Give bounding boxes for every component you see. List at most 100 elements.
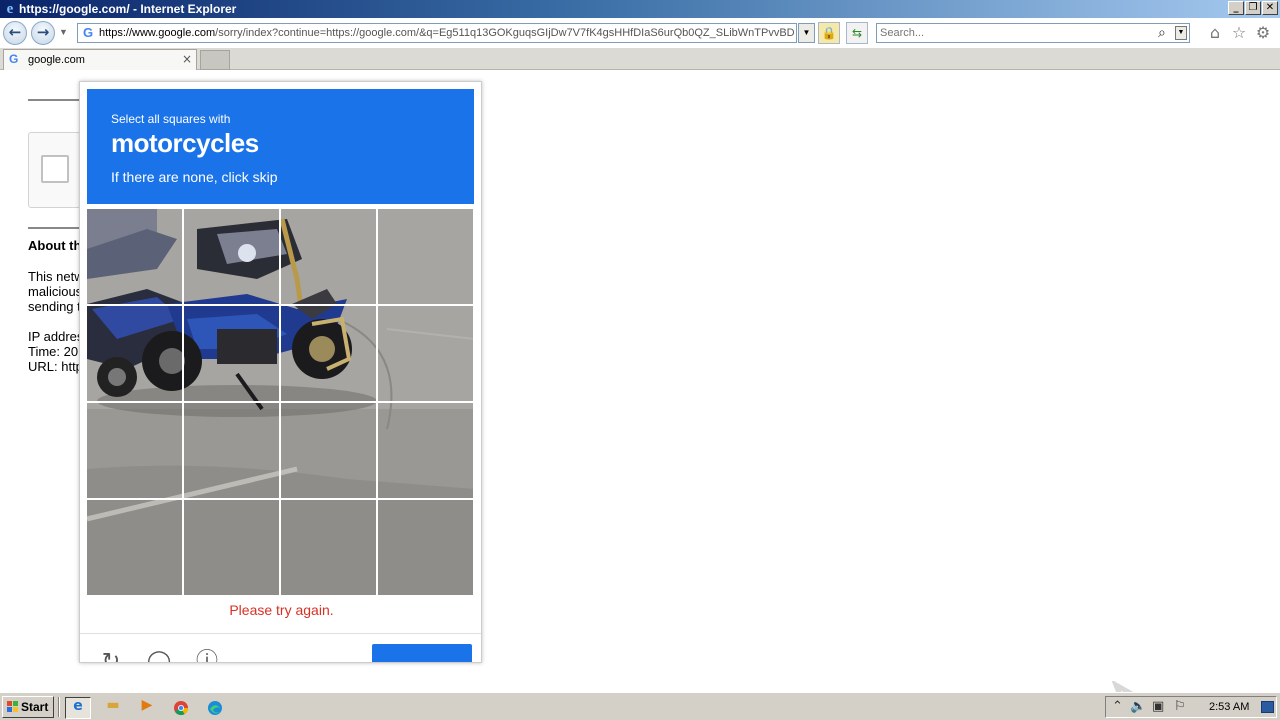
captcha-tile[interactable]	[281, 403, 376, 498]
captcha-tile[interactable]	[378, 403, 473, 498]
clock[interactable]: 2:53 AM	[1209, 701, 1249, 713]
captcha-tile[interactable]	[378, 306, 473, 401]
minimize-button[interactable]: _	[1228, 1, 1244, 15]
paragraph-line: malicious	[28, 284, 83, 299]
captcha-tile[interactable]	[87, 500, 182, 595]
captcha-tile[interactable]	[184, 500, 279, 595]
captcha-tile-image	[87, 209, 182, 304]
captcha-challenge-popup: Select all squares with motorcycles If t…	[79, 81, 482, 663]
taskbar-separator	[58, 697, 60, 717]
show-desktop-icon[interactable]	[1261, 701, 1274, 713]
headphones-audio-icon[interactable]: ◯	[145, 648, 173, 662]
about-heading: About th	[28, 238, 82, 253]
window-title-bar: e https://google.com/ - Internet Explore…	[0, 0, 1280, 18]
home-icon[interactable]: ⌂	[1206, 24, 1224, 42]
folder-icon[interactable]: ▬	[100, 697, 126, 719]
lock-icon: 🔒	[821, 26, 837, 40]
captcha-tile-image	[378, 403, 473, 498]
navigation-bar: ← → ▼ G https://www.google.com/sorry/ind…	[0, 18, 1280, 48]
captcha-tile-image	[281, 306, 376, 401]
info-line: IP addres	[28, 329, 84, 344]
captcha-tile-image	[87, 306, 182, 401]
taskbar: Start e ▬ ▶ ⌃ 🔈 ▣ ⚐ 2:53 AM	[0, 692, 1280, 720]
info-icon[interactable]: ⓘ	[193, 648, 221, 662]
volume-icon[interactable]: 🔈	[1130, 699, 1146, 715]
captcha-tile-image	[184, 209, 279, 304]
new-tab-button[interactable]	[200, 50, 230, 70]
system-tray: ⌃ 🔈 ▣ ⚐ 2:53 AM	[1105, 696, 1277, 718]
captcha-instruction: Select all squares with	[111, 112, 231, 126]
edge-logo	[208, 701, 222, 715]
address-dropdown-button[interactable]: ▼	[798, 23, 815, 43]
google-favicon-icon: G	[9, 52, 19, 66]
back-arrow-icon: ←	[8, 23, 22, 41]
captcha-tile-image	[378, 209, 473, 304]
gear-icon[interactable]: ⚙	[1254, 24, 1272, 42]
action-center-flag-icon[interactable]: ⚐	[1174, 699, 1186, 715]
close-window-button[interactable]: ✕	[1262, 1, 1278, 15]
captcha-tile[interactable]	[184, 403, 279, 498]
captcha-tile[interactable]	[184, 209, 279, 304]
skip-button[interactable]: SKIP	[372, 644, 472, 662]
captcha-tile-image	[378, 306, 473, 401]
internet-explorer-icon: e	[6, 1, 14, 17]
captcha-tile[interactable]	[378, 500, 473, 595]
captcha-tile[interactable]	[87, 209, 182, 304]
captcha-tile-image	[184, 500, 279, 595]
google-favicon-icon: G	[82, 25, 94, 40]
captcha-tile-image	[378, 500, 473, 595]
chrome-logo	[174, 701, 189, 716]
captcha-tile-image	[184, 306, 279, 401]
captcha-header: Select all squares with motorcycles If t…	[87, 89, 474, 204]
address-bar[interactable]: G https://www.google.com/sorry/index?con…	[77, 23, 797, 43]
search-dropdown-button[interactable]: ▼	[1175, 26, 1187, 40]
captcha-error-message: Please try again.	[229, 602, 334, 618]
forward-button[interactable]: →	[31, 21, 55, 45]
chrome-icon[interactable]	[168, 697, 194, 719]
captcha-tile-image	[281, 209, 376, 304]
internet-explorer-icon[interactable]: e	[65, 697, 91, 719]
paragraph-line: This netw	[28, 269, 84, 284]
refresh-arrows-icon: ⇆	[851, 26, 863, 40]
media-player-icon[interactable]: ▶	[134, 697, 160, 719]
restore-button[interactable]: ❐	[1245, 1, 1261, 15]
captcha-tile-image	[281, 500, 376, 595]
address-url[interactable]: https://www.google.com/sorry/index?conti…	[99, 27, 794, 39]
close-tab-icon[interactable]: ×	[182, 52, 192, 66]
search-box[interactable]: ⌕ ▼	[876, 23, 1190, 43]
history-dropdown-icon[interactable]: ▼	[59, 27, 68, 37]
captcha-tile-image	[87, 403, 182, 498]
captcha-tile-image	[281, 403, 376, 498]
info-line: Time: 20	[28, 344, 79, 359]
search-input[interactable]	[880, 26, 1150, 40]
forward-arrow-icon: →	[36, 23, 50, 41]
captcha-tile[interactable]	[281, 500, 376, 595]
search-icon[interactable]: ⌕	[1158, 25, 1166, 41]
captcha-target: motorcycles	[111, 128, 259, 158]
captcha-tile[interactable]	[378, 209, 473, 304]
windows-flag-icon	[7, 701, 18, 712]
back-button[interactable]: ←	[3, 21, 27, 45]
start-button[interactable]: Start	[2, 696, 54, 718]
captcha-tile[interactable]	[184, 306, 279, 401]
compatibility-refresh-button[interactable]: ⇆	[846, 22, 868, 44]
recaptcha-checkbox[interactable]	[41, 155, 69, 183]
tab-bar: G google.com ×	[0, 48, 1280, 70]
start-label: Start	[21, 700, 49, 714]
paragraph-line: sending t	[28, 299, 81, 314]
favorites-star-icon[interactable]: ☆	[1230, 24, 1248, 42]
captcha-tile[interactable]	[87, 403, 182, 498]
edge-icon[interactable]	[202, 697, 228, 719]
captcha-tile-image	[184, 403, 279, 498]
security-lock-button[interactable]: 🔒	[818, 22, 840, 44]
captcha-tile[interactable]	[281, 209, 376, 304]
captcha-tile[interactable]	[281, 306, 376, 401]
captcha-tile[interactable]	[87, 306, 182, 401]
captcha-footer: ↻ ◯ ⓘ SKIP	[80, 633, 481, 662]
show-hidden-icons-icon[interactable]: ⌃	[1112, 699, 1123, 715]
network-icon[interactable]: ▣	[1152, 699, 1164, 715]
info-line: URL: http	[28, 359, 83, 374]
reload-icon[interactable]: ↻	[97, 648, 125, 662]
tab-google[interactable]: G google.com ×	[3, 49, 197, 70]
window-title: https://google.com/ - Internet Explorer	[19, 2, 237, 16]
